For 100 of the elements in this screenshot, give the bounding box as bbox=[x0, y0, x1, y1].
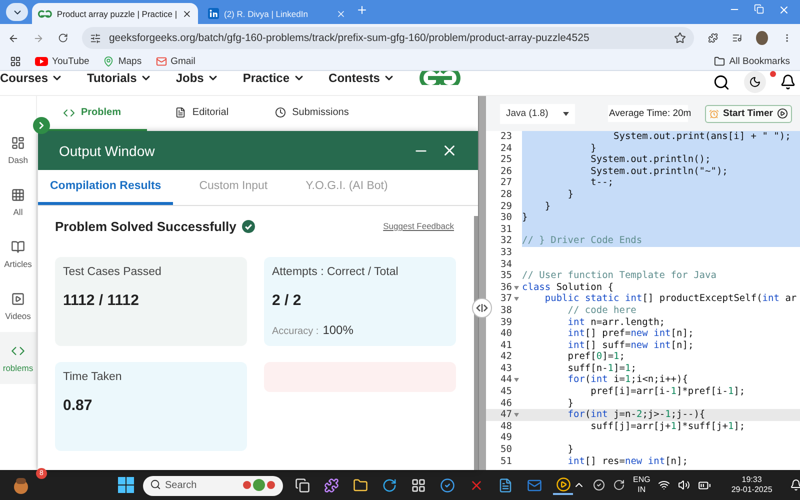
book-icon[interactable] bbox=[11, 240, 25, 254]
scrollbar[interactable] bbox=[474, 216, 478, 470]
logo-icon bbox=[418, 71, 462, 85]
battery-icon[interactable] bbox=[698, 478, 712, 492]
sidebar-item[interactable]: All bbox=[0, 176, 36, 228]
browser-tab[interactable]: Product array puzzle | Practice | bbox=[32, 3, 198, 24]
problem-tab[interactable]: Submissions bbox=[257, 96, 367, 131]
mail-icon[interactable] bbox=[526, 478, 542, 492]
site-settings-icon[interactable] bbox=[90, 32, 101, 44]
address-bar[interactable]: geeksforgeeks.org/batch/gfg-160-problems/track/prefix-sum-gfg-160/problem/product-array-puzzle4525 bbox=[82, 27, 694, 49]
line-number: 32 bbox=[500, 235, 512, 247]
new-tab-icon[interactable] bbox=[356, 4, 368, 16]
apps-grid-icon[interactable] bbox=[10, 56, 21, 66]
line-number: 30 bbox=[500, 212, 512, 224]
mail-icon[interactable] bbox=[156, 56, 167, 66]
reload-icon[interactable] bbox=[58, 32, 68, 44]
card-label: Test Cases Passed bbox=[63, 266, 162, 278]
restore-icon[interactable] bbox=[754, 4, 764, 14]
code-icon[interactable] bbox=[62, 106, 75, 118]
grid-icon[interactable] bbox=[11, 188, 25, 202]
folder-icon[interactable] bbox=[714, 56, 726, 66]
line-number: 42 bbox=[500, 351, 512, 363]
logo-icon bbox=[38, 8, 52, 18]
search-icon[interactable] bbox=[713, 74, 730, 90]
sidebar-item[interactable]: roblems bbox=[0, 332, 36, 384]
sidebar-item[interactable]: Articles bbox=[0, 228, 36, 280]
bookmark-link[interactable]: Maps bbox=[118, 56, 142, 66]
start-timer-button[interactable]: Start Timer bbox=[705, 104, 792, 122]
bell-icon[interactable] bbox=[790, 479, 800, 491]
line-number: 28 bbox=[500, 188, 512, 201]
nav-menu-item[interactable]: Practice bbox=[242, 71, 290, 85]
code-line: int n=arr.length; bbox=[566, 316, 666, 328]
code-line: suff[j]=arr[j+1]*suff[j+1]; bbox=[590, 420, 746, 432]
task-view-icon[interactable] bbox=[294, 478, 310, 492]
fold-icon[interactable] bbox=[514, 413, 519, 418]
linkedin-icon bbox=[208, 8, 219, 19]
bookmark-folder[interactable]: All Bookmarks bbox=[729, 56, 790, 66]
search-icon bbox=[150, 479, 161, 490]
code-line: suff[n-1]=1; bbox=[566, 362, 638, 374]
clock-icon[interactable] bbox=[275, 107, 286, 118]
fold-icon[interactable] bbox=[514, 378, 519, 382]
average-time: Average Time: 20m bbox=[608, 105, 688, 122]
code-line: } bbox=[566, 398, 574, 410]
play-icon[interactable] bbox=[776, 108, 788, 119]
star-icon[interactable] bbox=[674, 32, 686, 44]
tab-list-button[interactable] bbox=[6, 3, 28, 21]
line-number: 51 bbox=[500, 456, 512, 468]
line-number: 33 bbox=[500, 246, 512, 259]
region-indicator[interactable]: IN bbox=[638, 485, 646, 495]
line-number: 47 bbox=[500, 409, 512, 421]
puzzle-icon[interactable] bbox=[708, 32, 718, 44]
map-pin-icon[interactable] bbox=[103, 56, 114, 66]
moon-icon bbox=[749, 76, 761, 88]
close-icon[interactable] bbox=[182, 8, 192, 18]
fold-icon[interactable] bbox=[514, 297, 519, 302]
problem-tab[interactable]: Editorial bbox=[147, 96, 257, 131]
speaker-icon[interactable] bbox=[678, 479, 690, 491]
search-field[interactable]: Search bbox=[143, 476, 283, 496]
line-number: 34 bbox=[500, 258, 512, 270]
clock-date[interactable]: 29-01-2025 bbox=[731, 485, 772, 495]
fold-icon[interactable] bbox=[514, 286, 519, 290]
nav-menu-item[interactable]: Jobs bbox=[176, 71, 204, 85]
code-line: for(int i=1;i<n;i++){ bbox=[566, 374, 689, 386]
feedback-link[interactable]: Suggest Feedback bbox=[383, 221, 454, 231]
bookmark-link[interactable]: YouTube bbox=[52, 56, 90, 66]
line-number: 25 bbox=[500, 154, 512, 166]
bookmark-link[interactable]: Gmail bbox=[170, 56, 196, 66]
check-circle-icon bbox=[242, 220, 256, 232]
sync-icon[interactable] bbox=[613, 479, 625, 491]
document-icon[interactable] bbox=[175, 107, 186, 118]
language-dropdown[interactable]: Java (1.8) bbox=[500, 104, 575, 124]
output-tab[interactable]: Compilation Results bbox=[38, 170, 174, 205]
video-icon[interactable] bbox=[11, 292, 25, 306]
line-number: 38 bbox=[500, 304, 512, 316]
line-number: 35 bbox=[500, 270, 512, 282]
bell-icon[interactable] bbox=[780, 74, 796, 90]
theme-toggle[interactable] bbox=[744, 71, 766, 93]
splitter[interactable] bbox=[478, 96, 486, 470]
app-icon[interactable] bbox=[498, 478, 512, 492]
sidebar-item[interactable]: Videos bbox=[0, 280, 36, 332]
window-title: Output Window bbox=[59, 142, 156, 158]
line-number: 41 bbox=[500, 340, 512, 352]
language-indicator[interactable]: ENG bbox=[633, 475, 650, 485]
nav-menu-item[interactable]: Courses bbox=[0, 71, 48, 85]
code-line: public static int[] productExceptSelf(int ar bbox=[544, 293, 798, 305]
sidebar-item[interactable]: Dash bbox=[0, 124, 36, 176]
accuracy-label: Accuracy : bbox=[272, 326, 319, 337]
line-number: 46 bbox=[500, 398, 512, 410]
line-number: 29 bbox=[500, 200, 512, 212]
code-line: class Solution { bbox=[522, 282, 615, 294]
media-icon[interactable] bbox=[732, 32, 742, 44]
caret-icon bbox=[563, 112, 569, 116]
profile-avatar[interactable] bbox=[756, 31, 768, 45]
nav-menu-item[interactable]: Tutorials bbox=[87, 71, 137, 85]
code-line: int[] suff=new int[n]; bbox=[566, 340, 695, 352]
search-highlight-icon bbox=[241, 478, 277, 492]
clock-time[interactable]: 19:33 bbox=[742, 475, 762, 485]
nav-menu-item[interactable]: Contests bbox=[328, 71, 380, 85]
dashboard-icon[interactable] bbox=[11, 136, 25, 150]
start-icon[interactable] bbox=[118, 477, 134, 493]
